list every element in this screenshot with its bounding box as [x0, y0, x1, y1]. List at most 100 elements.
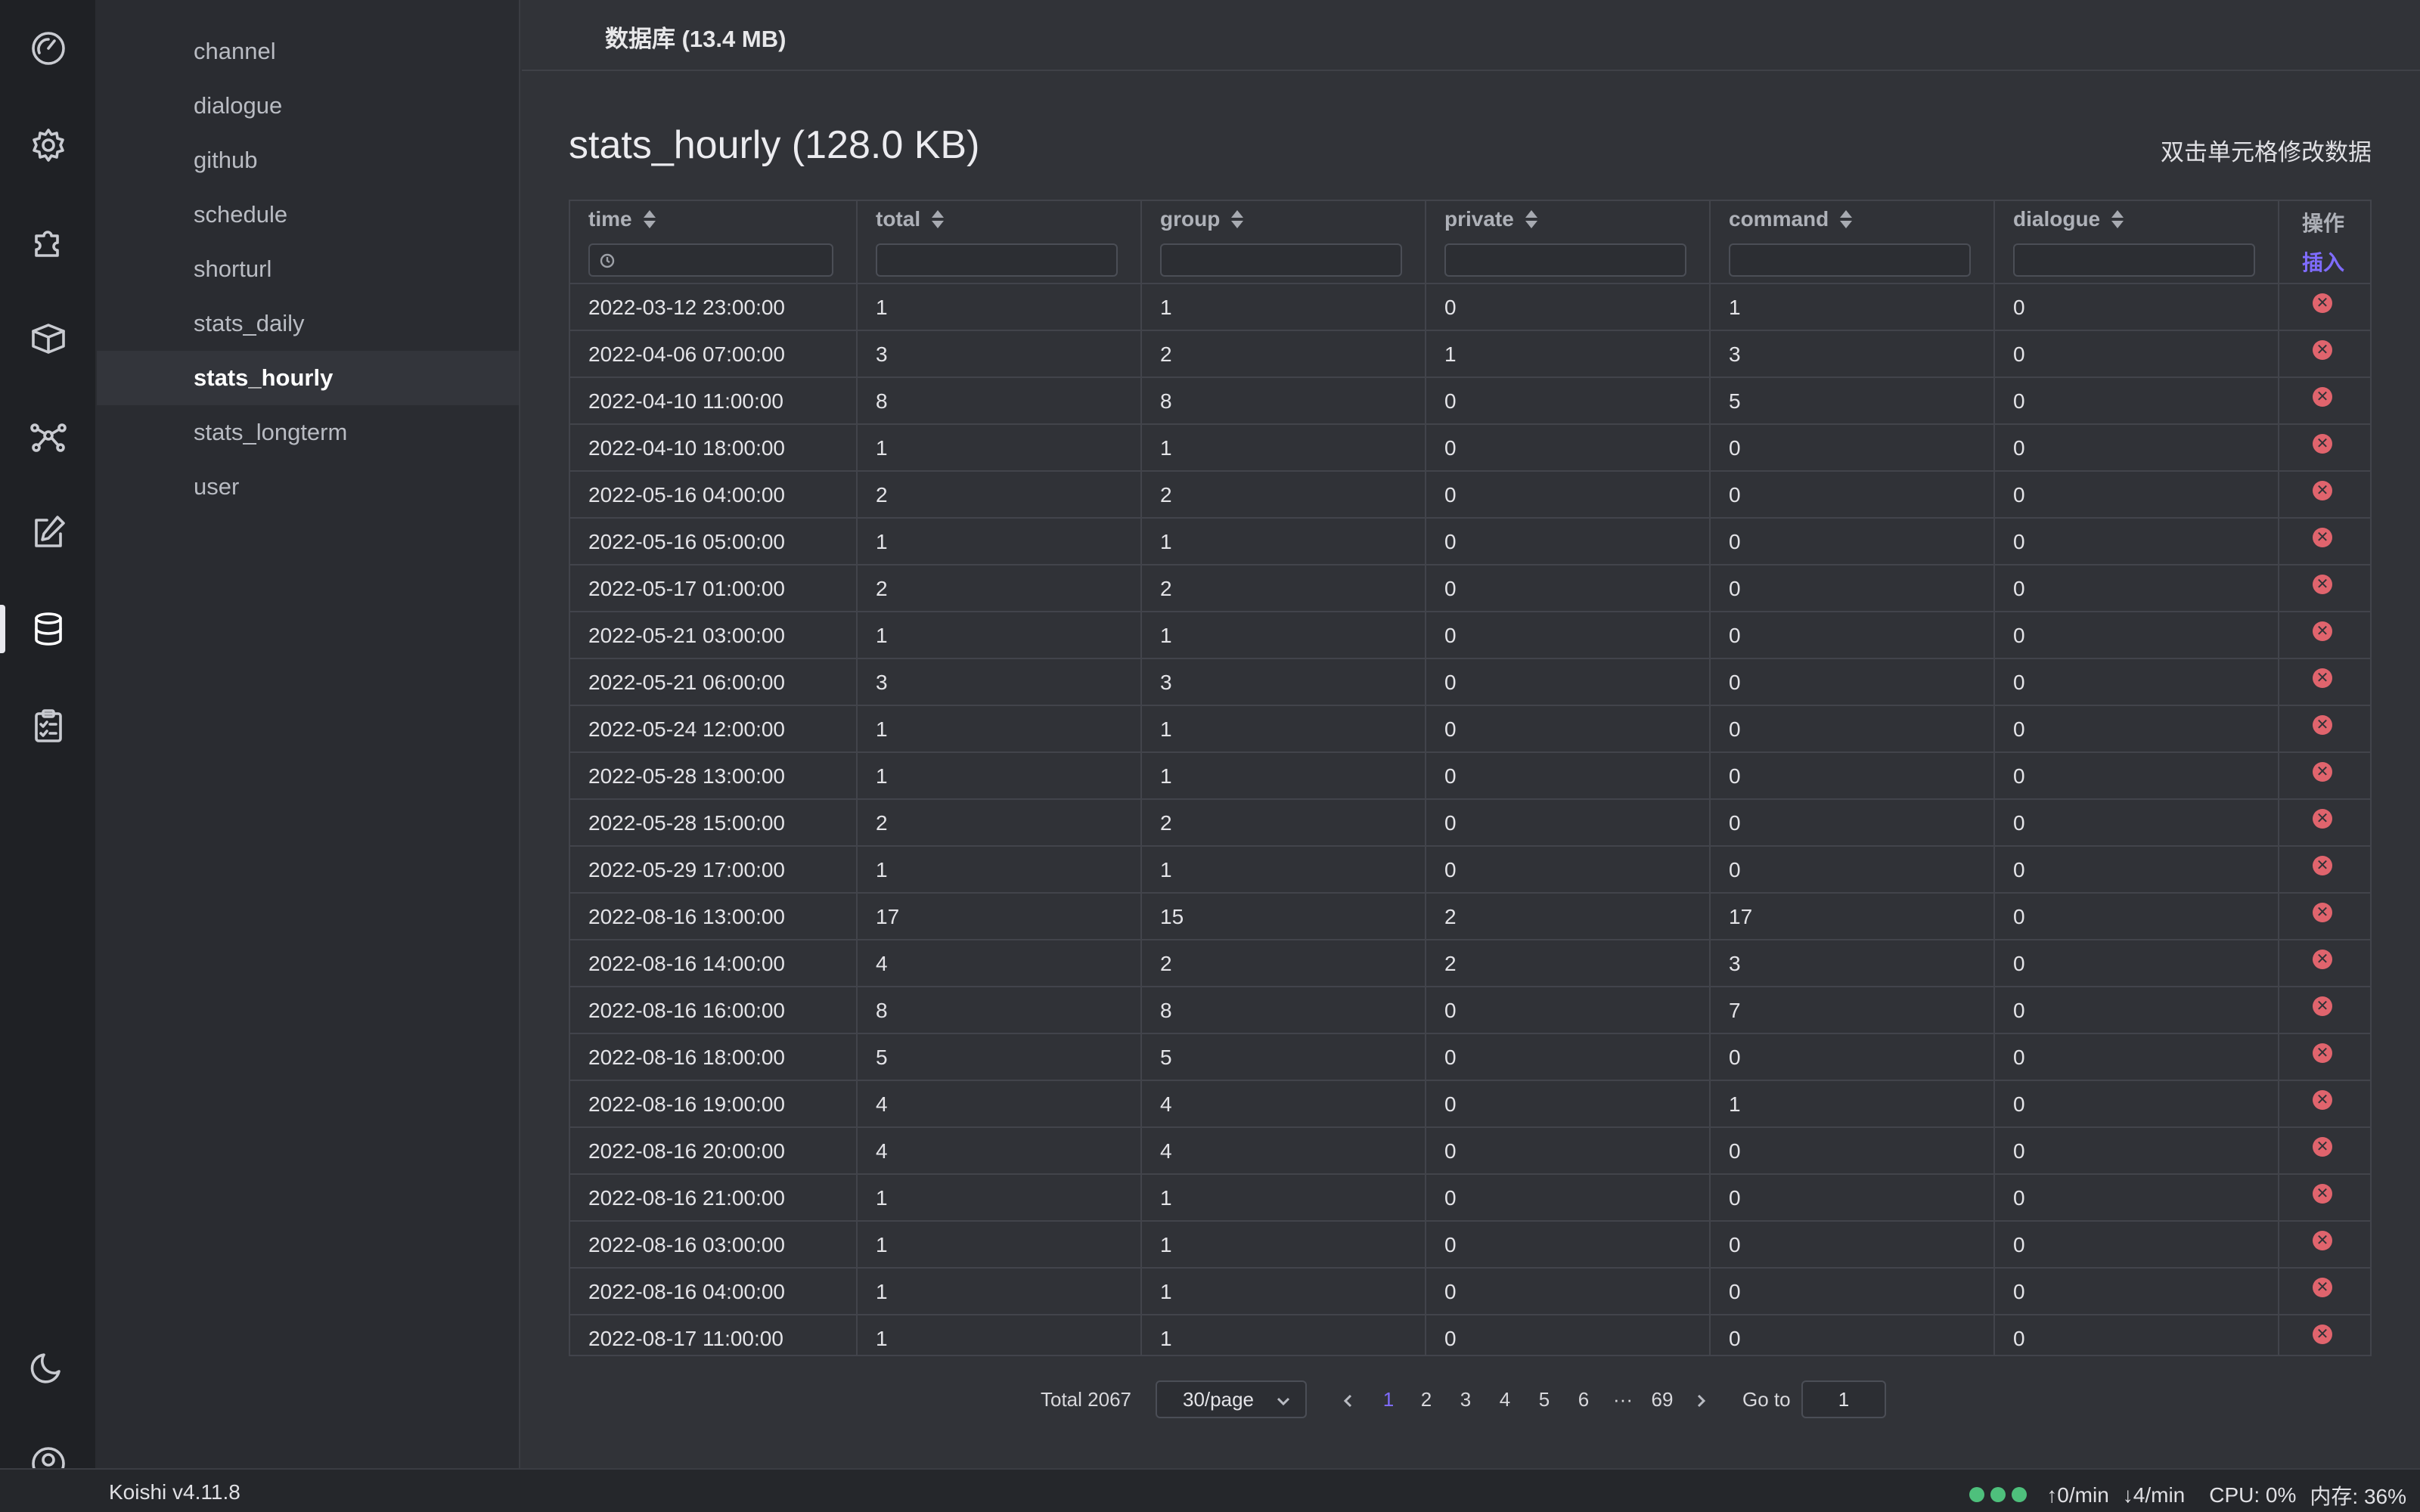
- cell-private[interactable]: 0: [1426, 847, 1711, 894]
- delete-row-icon[interactable]: ✕: [2313, 621, 2332, 641]
- insert-button[interactable]: 插入: [2302, 246, 2344, 277]
- cell-group[interactable]: 2: [1142, 565, 1426, 612]
- column-sort-group[interactable]: group: [1160, 207, 1244, 231]
- filter-input-private[interactable]: [1444, 243, 1686, 277]
- delete-row-icon[interactable]: ✕: [2313, 668, 2332, 688]
- cell-time[interactable]: 2022-05-29 17:00:00: [570, 847, 858, 894]
- sort-icon[interactable]: [931, 208, 945, 231]
- cell-command[interactable]: 0: [1711, 519, 1995, 565]
- delete-row-icon[interactable]: ✕: [2313, 1043, 2332, 1063]
- cell-group[interactable]: 1: [1142, 847, 1426, 894]
- cell-group[interactable]: 1: [1142, 425, 1426, 472]
- cell-total[interactable]: 2: [858, 800, 1142, 847]
- cell-group[interactable]: 1: [1142, 706, 1426, 753]
- cell-dialogue[interactable]: 0: [1995, 1269, 2279, 1315]
- column-sort-command[interactable]: command: [1729, 207, 1853, 231]
- filter-input-dialogue[interactable]: [2013, 243, 2255, 277]
- cell-total[interactable]: 8: [858, 987, 1142, 1034]
- cell-time[interactable]: 2022-05-16 04:00:00: [570, 472, 858, 519]
- cell-command[interactable]: 0: [1711, 706, 1995, 753]
- cell-total[interactable]: 1: [858, 612, 1142, 659]
- table-item-stats-hourly[interactable]: stats_hourly: [97, 351, 519, 405]
- cell-time[interactable]: 2022-05-28 13:00:00: [570, 753, 858, 800]
- cell-dialogue[interactable]: 0: [1995, 425, 2279, 472]
- filter-input-group[interactable]: [1160, 243, 1402, 277]
- cell-command[interactable]: 0: [1711, 753, 1995, 800]
- cell-total[interactable]: 4: [858, 1081, 1142, 1128]
- cell-command[interactable]: 0: [1711, 1175, 1995, 1222]
- cell-group[interactable]: 1: [1142, 519, 1426, 565]
- table-item-dialogue[interactable]: dialogue: [97, 79, 519, 133]
- cell-private[interactable]: 2: [1426, 894, 1711, 940]
- cell-private[interactable]: 0: [1426, 1175, 1711, 1222]
- cell-dialogue[interactable]: 0: [1995, 284, 2279, 331]
- cell-total[interactable]: 8: [858, 378, 1142, 425]
- cell-total[interactable]: 1: [858, 519, 1142, 565]
- delete-row-icon[interactable]: ✕: [2313, 996, 2332, 1016]
- filter-input-command[interactable]: [1729, 243, 1971, 277]
- cell-private[interactable]: 2: [1426, 940, 1711, 987]
- cell-command[interactable]: 0: [1711, 425, 1995, 472]
- cell-dialogue[interactable]: 0: [1995, 987, 2279, 1034]
- delete-row-icon[interactable]: ✕: [2313, 575, 2332, 594]
- cell-private[interactable]: 0: [1426, 800, 1711, 847]
- cell-time[interactable]: 2022-08-16 16:00:00: [570, 987, 858, 1034]
- goto-page-input[interactable]: 1: [1801, 1380, 1886, 1418]
- page-number[interactable]: 5: [1529, 1380, 1559, 1418]
- cell-total[interactable]: 4: [858, 940, 1142, 987]
- table-item-schedule[interactable]: schedule: [97, 187, 519, 242]
- cell-time[interactable]: 2022-08-16 18:00:00: [570, 1034, 858, 1081]
- cell-total[interactable]: 3: [858, 331, 1142, 378]
- cell-time[interactable]: 2022-05-17 01:00:00: [570, 565, 858, 612]
- cell-time[interactable]: 2022-04-10 11:00:00: [570, 378, 858, 425]
- activity-plugins[interactable]: [0, 206, 97, 278]
- column-sort-total[interactable]: total: [876, 207, 945, 231]
- cell-command[interactable]: 0: [1711, 1034, 1995, 1081]
- cell-command[interactable]: 0: [1711, 800, 1995, 847]
- cell-total[interactable]: 1: [858, 1315, 1142, 1355]
- table-item-channel[interactable]: channel: [97, 24, 519, 79]
- cell-total[interactable]: 1: [858, 1175, 1142, 1222]
- table-item-stats-longterm[interactable]: stats_longterm: [97, 405, 519, 460]
- cell-total[interactable]: 5: [858, 1034, 1142, 1081]
- cell-private[interactable]: 0: [1426, 1222, 1711, 1269]
- cell-private[interactable]: 0: [1426, 472, 1711, 519]
- prev-page-icon[interactable]: [1340, 1391, 1357, 1408]
- cell-group[interactable]: 4: [1142, 1081, 1426, 1128]
- cell-command[interactable]: 0: [1711, 565, 1995, 612]
- delete-row-icon[interactable]: ✕: [2313, 293, 2332, 313]
- cell-dialogue[interactable]: 0: [1995, 1034, 2279, 1081]
- cell-dialogue[interactable]: 0: [1995, 659, 2279, 706]
- cell-time[interactable]: 2022-05-24 12:00:00: [570, 706, 858, 753]
- cell-group[interactable]: 1: [1142, 753, 1426, 800]
- delete-row-icon[interactable]: ✕: [2313, 1231, 2332, 1250]
- cell-time[interactable]: 2022-08-17 11:00:00: [570, 1315, 858, 1355]
- sort-icon[interactable]: [643, 208, 656, 231]
- cell-group[interactable]: 1: [1142, 1269, 1426, 1315]
- cell-time[interactable]: 2022-08-16 13:00:00: [570, 894, 858, 940]
- cell-total[interactable]: 17: [858, 894, 1142, 940]
- cell-private[interactable]: 1: [1426, 331, 1711, 378]
- cell-private[interactable]: 0: [1426, 378, 1711, 425]
- delete-row-icon[interactable]: ✕: [2313, 1090, 2332, 1110]
- table-item-stats-daily[interactable]: stats_daily: [97, 296, 519, 351]
- cell-time[interactable]: 2022-03-12 23:00:00: [570, 284, 858, 331]
- cell-total[interactable]: 1: [858, 284, 1142, 331]
- activity-database[interactable]: [0, 593, 97, 665]
- cell-time[interactable]: 2022-05-16 05:00:00: [570, 519, 858, 565]
- cell-command[interactable]: 0: [1711, 847, 1995, 894]
- activity-market[interactable]: [0, 302, 97, 375]
- cell-total[interactable]: 2: [858, 472, 1142, 519]
- cell-time[interactable]: 2022-08-16 04:00:00: [570, 1269, 858, 1315]
- column-sort-time[interactable]: time: [588, 207, 656, 231]
- cell-total[interactable]: 1: [858, 1269, 1142, 1315]
- cell-total[interactable]: 1: [858, 847, 1142, 894]
- cell-dialogue[interactable]: 0: [1995, 1222, 2279, 1269]
- cell-group[interactable]: 3: [1142, 659, 1426, 706]
- filter-input-time[interactable]: [588, 243, 833, 277]
- page-number[interactable]: 4: [1490, 1380, 1520, 1418]
- cell-dialogue[interactable]: 0: [1995, 331, 2279, 378]
- cell-group[interactable]: 2: [1142, 472, 1426, 519]
- cell-group[interactable]: 15: [1142, 894, 1426, 940]
- cell-dialogue[interactable]: 0: [1995, 472, 2279, 519]
